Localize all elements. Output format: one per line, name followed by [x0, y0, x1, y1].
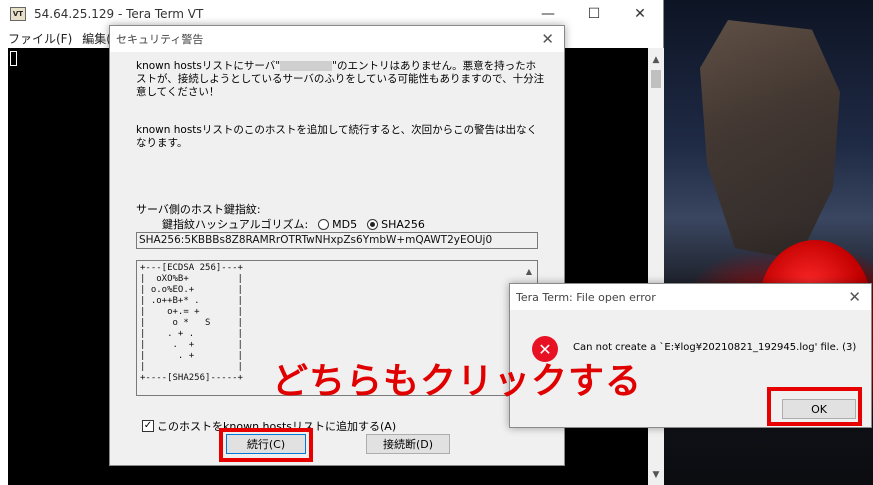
error-dialog-titlebar: Tera Term: File open error ✕	[510, 284, 871, 310]
warning-message: known hostsリストにサーバ" "のエントリはありません。悪意を持ったホス…	[136, 60, 546, 99]
radio-md5-label: MD5	[332, 217, 358, 231]
scroll-up-icon[interactable]: ▲	[648, 52, 664, 68]
hash-algorithm-label: 鍵指紋ハッシュアルゴリズム:	[162, 218, 309, 231]
radio-sha256-label: SHA256	[381, 217, 425, 231]
terminal-cursor	[10, 51, 17, 66]
callout-text: どちらもクリックする	[272, 361, 643, 402]
close-icon[interactable]: ✕	[541, 30, 554, 48]
info-message: known hostsリストのこのホストを追加して続行すると、次回からこの警告は…	[136, 124, 538, 149]
checkbox-checked-icon: ✓	[142, 420, 154, 432]
security-dialog-titlebar: セキュリティ警告 ✕	[110, 26, 564, 52]
scroll-down-icon[interactable]: ▼	[648, 467, 664, 483]
radio-sha256[interactable]: SHA256	[367, 218, 425, 231]
close-icon[interactable]: ✕	[848, 288, 861, 306]
scroll-thumb[interactable]	[651, 70, 661, 88]
radio-md5[interactable]: MD5	[318, 218, 357, 231]
close-icon[interactable]: ✕	[617, 0, 663, 28]
menu-file[interactable]: ファイル(F)	[8, 30, 72, 47]
error-dialog-title: Tera Term: File open error	[516, 290, 656, 304]
warning-message-pre: known hostsリストにサーバ"	[136, 60, 281, 72]
radio-md5-icon	[318, 218, 330, 230]
minimize-icon[interactable]: —	[525, 0, 571, 28]
hash-algorithm-row: 鍵指紋ハッシュアルゴリズム: MD5 SHA256	[162, 216, 425, 232]
app-icon: VT	[10, 7, 26, 21]
radio-sha256-icon	[367, 218, 379, 230]
randomart-text: +---[ECDSA 256]---+ | oXO%B+ | | o.o%EO.…	[140, 263, 243, 383]
fingerprint-label: サーバ側のホスト鍵指紋:	[136, 203, 261, 216]
window-controls: — ☐ ✕	[525, 0, 663, 28]
highlight-ok-box	[767, 387, 862, 426]
masked-hostname	[280, 61, 333, 71]
maximize-icon[interactable]: ☐	[571, 0, 617, 28]
scroll-up-icon[interactable]: ▲	[521, 263, 537, 279]
disconnect-button[interactable]: 接続断(D)	[366, 434, 450, 454]
fingerprint-field[interactable]: SHA256:5KBBBs8Z8RAMRrOTRTwNHxpZs6YmbW+mQ…	[136, 232, 538, 249]
highlight-continue-box	[219, 428, 313, 462]
security-dialog-title: セキュリティ警告	[116, 33, 204, 46]
window-title: 54.64.25.129 - Tera Term VT	[34, 7, 204, 21]
